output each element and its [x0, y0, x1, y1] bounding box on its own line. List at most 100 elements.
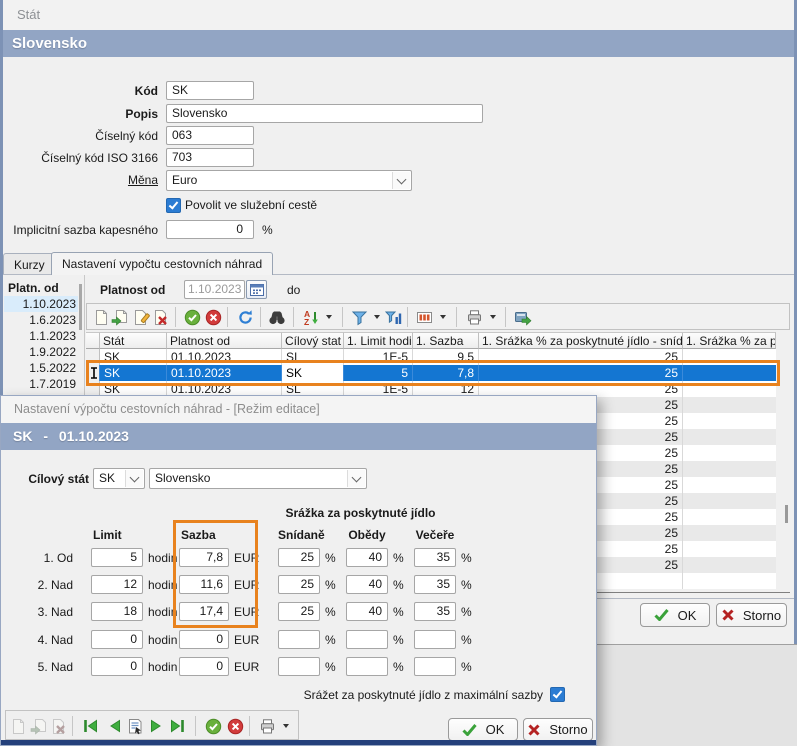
limit-field[interactable]: 12: [91, 575, 143, 594]
vecere-field[interactable]: 35: [414, 602, 456, 621]
sort-dropdown-arrow[interactable]: [323, 307, 334, 327]
confirm-button[interactable]: [203, 716, 223, 736]
tab-nastaveni-nahrad[interactable]: Nastavení vypočtu cestovních náhrad: [51, 252, 273, 275]
percent-unit: %: [325, 631, 336, 650]
cancel-button[interactable]: [225, 716, 245, 736]
main-ok-button[interactable]: OK: [640, 603, 710, 627]
obedy-field[interactable]: 40: [346, 602, 388, 621]
table-scrollbar-thumb[interactable]: [785, 505, 788, 523]
srazet-checkbox[interactable]: [550, 687, 565, 702]
delete-record-button[interactable]: [49, 716, 69, 736]
column-header-limit[interactable]: 1. Limit hodin: [344, 332, 413, 349]
refresh-button[interactable]: [235, 307, 255, 327]
sidebar-item-date[interactable]: 1.9.2022: [4, 344, 78, 360]
export-icon: [514, 309, 532, 326]
platnost-od-field[interactable]: 1.10.2023: [184, 280, 245, 299]
sidebar-item-date[interactable]: 1.5.2022: [4, 360, 78, 376]
chevron-down-icon[interactable]: [392, 172, 410, 189]
export-button[interactable]: [513, 307, 533, 327]
new-record-button[interactable]: [8, 716, 28, 736]
copy-record-button[interactable]: [109, 307, 129, 327]
cilovy-stat-code-combobox[interactable]: SK: [93, 468, 145, 489]
column-header-sazba[interactable]: 1. Sazba: [413, 332, 479, 349]
cilovy-stat-name-combobox[interactable]: Slovensko: [149, 468, 367, 489]
sazba-field[interactable]: 7,8: [179, 548, 229, 567]
snidane-field[interactable]: [278, 630, 320, 649]
obedy-field[interactable]: [346, 657, 388, 676]
snidane-field[interactable]: 25: [278, 548, 320, 567]
last-record-button[interactable]: [167, 716, 187, 736]
print-dropdown-arrow[interactable]: [280, 716, 291, 736]
iso-kod-field[interactable]: 703: [166, 148, 254, 167]
cancel-button[interactable]: [203, 307, 223, 327]
limit-field[interactable]: 18: [91, 602, 143, 621]
sazba-field[interactable]: 0: [179, 657, 229, 676]
sort-button[interactable]: AZ: [301, 307, 321, 327]
vecere-field[interactable]: 35: [414, 575, 456, 594]
sazba-field[interactable]: 11,6: [179, 575, 229, 594]
column-header-snidane[interactable]: 1. Srážka % za poskytnuté jídlo - snídan…: [479, 332, 683, 349]
obedy-field[interactable]: [346, 630, 388, 649]
column-header-stat[interactable]: Stát: [100, 332, 167, 349]
vecere-field[interactable]: [414, 630, 456, 649]
vecere-field[interactable]: 35: [414, 548, 456, 567]
table-row[interactable]: SK01.10.2023SI1E-59,525: [86, 349, 776, 365]
print-button[interactable]: [257, 716, 277, 736]
filter-dropdown-arrow[interactable]: [371, 307, 382, 327]
limit-field[interactable]: 5: [91, 548, 143, 567]
sazba-field[interactable]: 17,4: [179, 602, 229, 621]
sidebar-item-date[interactable]: 1.1.2023: [4, 328, 78, 344]
tab-kurzy[interactable]: Kurzy: [3, 253, 56, 275]
kod-field[interactable]: SK: [166, 81, 254, 100]
main-storno-button[interactable]: Storno: [716, 603, 787, 627]
chevron-down-icon[interactable]: [347, 470, 365, 487]
obedy-field[interactable]: 40: [346, 575, 388, 594]
sidebar-scrollbar[interactable]: [79, 284, 82, 330]
dialog-ok-button[interactable]: OK: [448, 718, 518, 741]
limit-field[interactable]: 0: [91, 630, 143, 649]
copy-record-button[interactable]: [28, 716, 48, 736]
first-record-button[interactable]: [80, 716, 100, 736]
next-record-button[interactable]: [146, 716, 166, 736]
columns-dropdown-arrow[interactable]: [437, 307, 448, 327]
popis-field[interactable]: Slovensko: [166, 104, 483, 123]
mena-combobox[interactable]: Euro: [166, 170, 412, 191]
chevron-down-icon[interactable]: [125, 470, 143, 487]
povolit-checkbox[interactable]: [166, 198, 181, 213]
column-header-cilovy[interactable]: Cílový stat: [282, 332, 344, 349]
column-header-pos[interactable]: 1. Srážka % za pos: [683, 332, 776, 349]
print-dropdown-arrow[interactable]: [487, 307, 498, 327]
dialog-storno-button[interactable]: Storno: [523, 718, 593, 741]
calendar-button[interactable]: [246, 280, 267, 299]
popis-label: Popis: [0, 105, 158, 124]
dialog-titlebar[interactable]: Nastavení výpočtu cestovních náhrad - [R…: [1, 396, 596, 423]
limit-field[interactable]: 0: [91, 657, 143, 676]
table-row-selected[interactable]: SK01.10.2023SK57,825: [86, 365, 776, 381]
search-button[interactable]: [267, 307, 287, 327]
snidane-field[interactable]: [278, 657, 320, 676]
ciselny-kod-field[interactable]: 063: [166, 126, 254, 145]
filter-button[interactable]: [349, 307, 369, 327]
focused-cell[interactable]: SK: [282, 365, 344, 381]
sidebar-item-date[interactable]: 1.7.2019: [4, 376, 78, 392]
snidane-field[interactable]: 25: [278, 602, 320, 621]
sidebar-item-date[interactable]: 1.6.2023: [4, 312, 78, 328]
previous-record-button[interactable]: [104, 716, 124, 736]
snidane-field[interactable]: 25: [278, 575, 320, 594]
obedy-field[interactable]: 40: [346, 548, 388, 567]
print-button[interactable]: [464, 307, 484, 327]
confirm-button[interactable]: [182, 307, 202, 327]
vecere-field[interactable]: [414, 657, 456, 676]
mena-label[interactable]: Měna: [0, 171, 158, 190]
new-record-button[interactable]: [91, 307, 111, 327]
delete-record-button[interactable]: [151, 307, 171, 327]
filter-analysis-button[interactable]: [383, 307, 403, 327]
edit-record-button[interactable]: [131, 307, 151, 327]
sidebar-item-date[interactable]: 1.10.2023: [4, 296, 78, 312]
column-header-platnost[interactable]: Platnost od: [167, 332, 282, 349]
sazba-field[interactable]: 0: [179, 630, 229, 649]
kapesne-field[interactable]: 0: [166, 220, 254, 239]
browse-records-button[interactable]: [125, 716, 145, 736]
main-window-titlebar[interactable]: Stát: [3, 0, 795, 31]
columns-button[interactable]: [414, 307, 434, 327]
